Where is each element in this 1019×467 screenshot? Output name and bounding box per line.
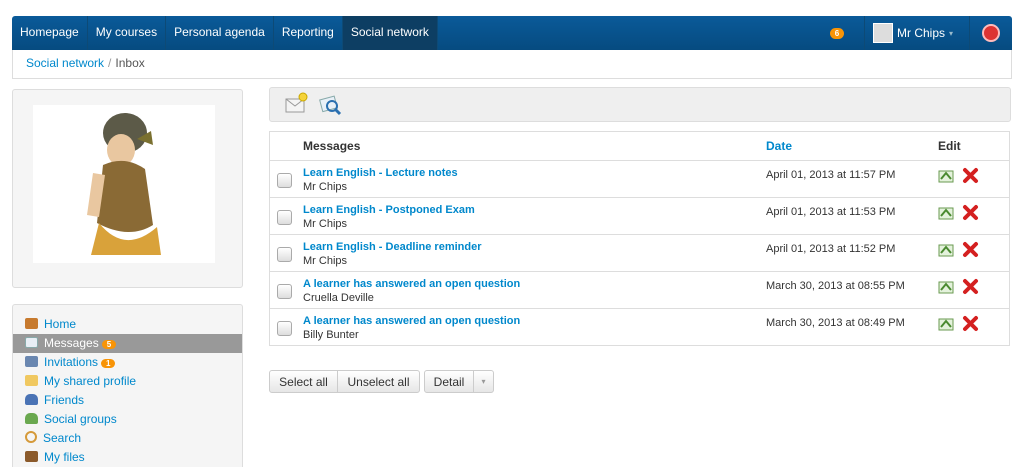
nav-homepage[interactable]: Homepage [12, 16, 88, 50]
messages-count-badge: 5 [101, 340, 117, 349]
inbox-toolbar [269, 87, 1011, 122]
invitation-icon [25, 356, 38, 367]
message-date: March 30, 2013 at 08:55 PM [766, 280, 905, 292]
row-checkbox[interactable] [277, 321, 292, 336]
messages-table: Messages Date Edit Learn English - Lectu… [269, 131, 1010, 346]
reply-icon[interactable] [938, 167, 955, 184]
checkbox-column-header [269, 131, 302, 161]
message-sender: Mr Chips [303, 255, 348, 267]
message-sender: Billy Bunter [303, 329, 359, 341]
breadcrumb-separator: / [108, 56, 112, 70]
user-avatar [873, 23, 893, 43]
message-date: March 30, 2013 at 08:49 PM [766, 317, 905, 329]
group-icon [25, 413, 38, 424]
message-subject-link[interactable]: Learn English - Lecture notes [303, 167, 764, 179]
message-date: April 01, 2013 at 11:53 PM [766, 206, 896, 218]
top-nav: Homepage My courses Personal agenda Repo… [12, 16, 1012, 50]
files-icon [25, 451, 38, 462]
edit-column-header: Edit [937, 131, 1010, 161]
table-row: Learn English - Lecture notes Mr Chips Ap… [269, 160, 1010, 198]
search-icon [25, 431, 37, 443]
chevron-down-icon: ▾ [949, 28, 954, 38]
folder-icon [25, 375, 38, 386]
sidebar-item-label: Friends [44, 393, 85, 407]
message-sender: Mr Chips [303, 218, 348, 230]
table-header-row: Messages Date Edit [269, 131, 1010, 161]
message-subject-link[interactable]: A learner has answered an open question [303, 315, 764, 327]
search-messages-icon[interactable] [318, 92, 342, 116]
table-row: A learner has answered an open question B… [269, 308, 1010, 346]
nav-reporting[interactable]: Reporting [274, 16, 343, 50]
delete-icon[interactable] [962, 204, 979, 221]
user-menu[interactable]: Mr Chips ▾ [864, 16, 969, 50]
profile-illustration [33, 105, 215, 263]
profile-picture[interactable] [33, 105, 215, 263]
messages-column-header: Messages [302, 131, 765, 161]
sidebar-item-label: Search [43, 431, 82, 445]
nav-social-network[interactable]: Social network [342, 16, 438, 50]
message-sender: Cruella Deville [303, 292, 374, 304]
sidebar-item-messages[interactable]: Messages 5 [13, 334, 242, 353]
sidebar-item-label: Invitations [44, 355, 99, 369]
delete-icon[interactable] [962, 315, 979, 332]
nav-my-courses[interactable]: My courses [88, 16, 167, 50]
compose-message-icon[interactable] [284, 92, 308, 116]
table-row: Learn English - Deadline reminder Mr Chip… [269, 234, 1010, 272]
message-sender: Mr Chips [303, 181, 348, 193]
row-checkbox[interactable] [277, 284, 292, 299]
table-row: Learn English - Postponed Exam Mr Chips A… [269, 197, 1010, 235]
chevron-down-icon: ▾ [481, 377, 486, 386]
sidebar-item-label: My shared profile [44, 374, 137, 388]
friend-icon [25, 394, 38, 405]
message-date: April 01, 2013 at 11:57 PM [766, 169, 896, 181]
sidebar-item-label: My files [44, 450, 85, 464]
sidebar-item-friends[interactable]: Friends [13, 391, 242, 410]
row-checkbox[interactable] [277, 210, 292, 225]
delete-icon[interactable] [962, 241, 979, 258]
reply-icon[interactable] [938, 241, 955, 258]
logout-button[interactable] [969, 16, 1012, 50]
breadcrumb-social-network[interactable]: Social network [26, 56, 104, 70]
row-checkbox[interactable] [277, 247, 292, 262]
reply-icon[interactable] [938, 278, 955, 295]
message-subject-link[interactable]: Learn English - Postponed Exam [303, 204, 764, 216]
user-name: Mr Chips [897, 26, 946, 40]
power-icon [982, 24, 1000, 42]
sidebar-item-social-groups[interactable]: Social groups [13, 410, 242, 429]
home-icon [25, 318, 38, 329]
nav-personal-agenda[interactable]: Personal agenda [166, 16, 274, 50]
notification-badge: 6 [829, 27, 845, 39]
row-checkbox[interactable] [277, 173, 292, 188]
reply-icon[interactable] [938, 204, 955, 221]
sidebar-item-home[interactable]: Home [13, 315, 242, 334]
invitations-count-badge: 1 [101, 359, 116, 368]
message-date: April 01, 2013 at 11:52 PM [766, 243, 896, 255]
sidebar-item-label: Home [44, 317, 77, 331]
sidebar-item-my-files[interactable]: My files [13, 448, 242, 467]
delete-icon[interactable] [962, 278, 979, 295]
date-column-header[interactable]: Date [765, 131, 937, 161]
notifications-button[interactable]: 6 [810, 16, 864, 50]
table-row: A learner has answered an open question C… [269, 271, 1010, 309]
sidebar-item-search[interactable]: Search [13, 429, 242, 448]
sidebar-item-label: Messages [44, 336, 99, 350]
sidebar-item-label: Social groups [44, 412, 117, 426]
select-all-button[interactable]: Select all [269, 370, 338, 393]
reply-icon[interactable] [938, 315, 955, 332]
delete-icon[interactable] [962, 167, 979, 184]
message-subject-link[interactable]: A learner has answered an open question [303, 278, 764, 290]
sidebar-item-invitations[interactable]: Invitations 1 [13, 353, 242, 372]
detail-dropdown-toggle[interactable]: ▾ [473, 370, 494, 393]
profile-panel [12, 89, 243, 288]
breadcrumb: Social network / Inbox [12, 50, 1012, 79]
message-subject-link[interactable]: Learn English - Deadline reminder [303, 241, 764, 253]
sidebar-menu: Home Messages 5 Invitations 1 My shared pr… [12, 304, 243, 467]
sidebar-item-shared-profile[interactable]: My shared profile [13, 372, 242, 391]
mail-icon [25, 337, 38, 348]
breadcrumb-current: Inbox [115, 56, 145, 70]
unselect-all-button[interactable]: Unselect all [337, 370, 420, 393]
detail-button[interactable]: Detail [424, 370, 474, 393]
